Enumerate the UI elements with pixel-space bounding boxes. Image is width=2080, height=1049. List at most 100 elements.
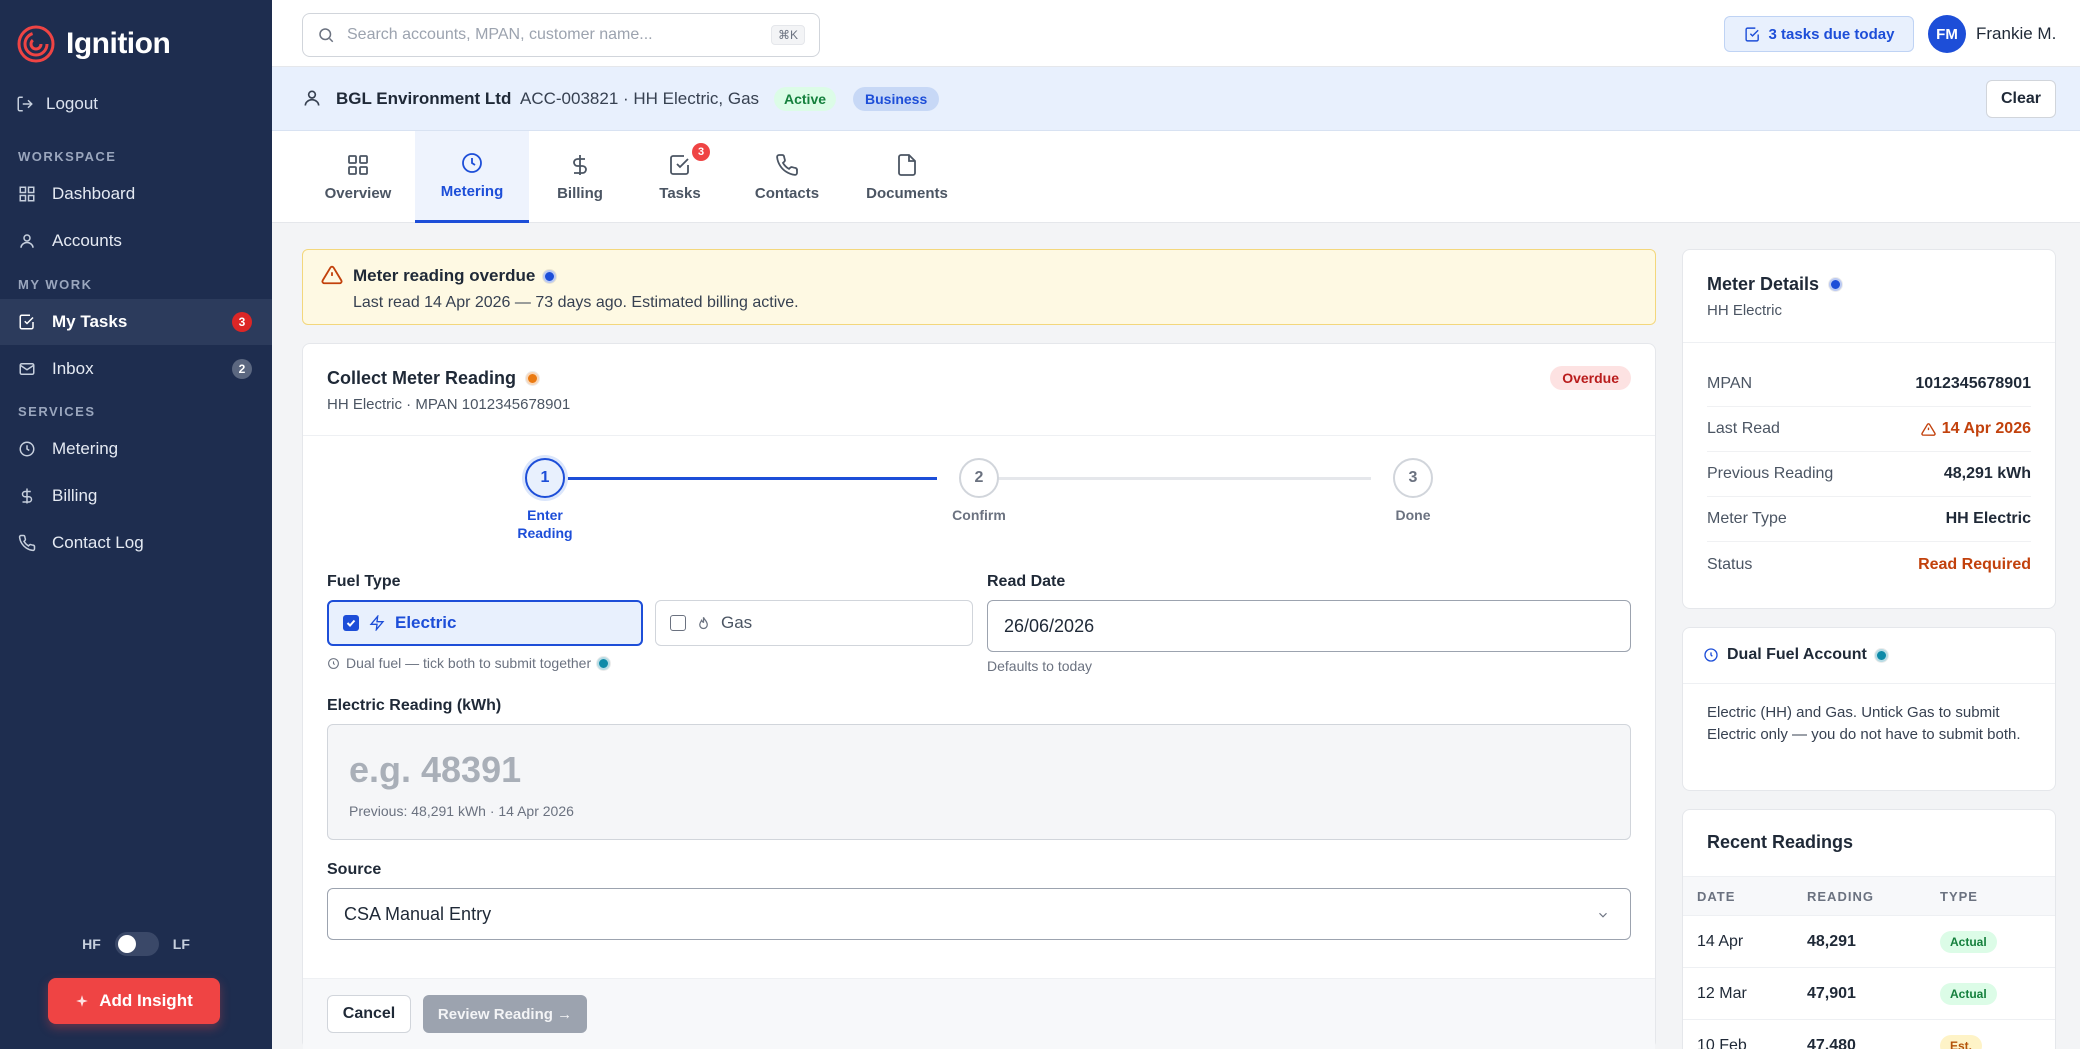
tab-label: Documents [866,184,948,202]
dual-fuel-card: Dual Fuel Account Electric (HH) and Gas.… [1682,627,2056,791]
warning-triangle-icon [321,265,343,285]
table-row[interactable]: 14 Apr 48,291 Actual [1683,916,2055,968]
app-name: Ignition [66,27,171,60]
sidebar-item-accounts[interactable]: Accounts [0,218,272,264]
user-name[interactable]: Frankie M. [1976,24,2056,44]
chevron-down-icon [1599,912,1607,918]
account-meta: ACC-003821 · HH Electric, Gas [520,89,760,108]
table-row[interactable]: 12 Mar 47,901 Actual [1683,968,2055,1020]
meter-detail-row-status: Status Read Required [1707,542,2031,587]
phone-icon [18,534,36,552]
fuel-option-label: Electric [395,613,457,632]
tab-label: Contacts [754,184,820,202]
toggle-label-lf: LF [172,936,190,952]
tab-metering[interactable]: Metering [415,131,529,223]
dual-fuel-header: Dual Fuel Account [1683,628,2055,684]
reading-value: 47,901 [1807,984,1856,1002]
sparkle-icon [76,995,89,1007]
clock-icon [462,153,482,173]
tab-overview[interactable]: Overview [302,131,414,223]
fuel-option-electric[interactable]: Electric [327,600,643,646]
check-square-icon [670,154,689,175]
overdue-alert: Meter reading overdue Last read 14 Apr 2… [302,249,1656,325]
info-dot-icon[interactable] [1874,648,1888,662]
account-context-bar: BGL Environment Ltd ACC-003821 · HH Elec… [272,67,2080,131]
meter-details-title-row: Meter Details [1707,274,1843,295]
alert-title: Meter reading overdue [353,266,536,285]
search-input[interactable]: Search accounts, MPAN, customer name... [347,26,653,44]
gas-checkbox[interactable] [670,615,686,631]
global-search[interactable]: Search accounts, MPAN, customer name... … [302,13,820,57]
hf-lf-toggle[interactable] [114,932,159,956]
section-label-services: SERVICES [18,404,96,419]
account-tabs: Overview Metering Billing Tasks 3 Contac… [272,131,2080,223]
source-select[interactable]: CSA Manual Entry [327,888,1631,940]
tab-billing[interactable]: Billing [530,131,630,223]
dual-fuel-title-row: Dual Fuel Account [1703,646,1888,664]
detail-value-status: Read Required [1918,555,2031,573]
toggle-knob [117,935,136,953]
info-circle-icon [1704,648,1718,662]
reading-type-badge: Actual [1940,931,1997,953]
sidebar-item-inbox[interactable]: Inbox 2 [0,346,272,392]
sidebar-item-contact-log[interactable]: Contact Log [0,520,272,566]
add-insight-button[interactable]: Add Insight [48,978,220,1024]
fuel-type-label: Fuel Type [327,573,401,590]
sidebar-item-metering[interactable]: Metering [0,426,272,472]
info-dot-icon[interactable] [1829,278,1843,291]
read-date-input[interactable]: 26/06/2026 [987,600,1631,652]
info-dot-icon[interactable] [543,269,557,283]
search-shortcut-hint: ⌘K [770,25,805,45]
previous-reading-hint: Previous: 48,291 kWh · 14 Apr 2026 [349,803,574,819]
toggle-label-hf: HF [82,936,101,952]
column-header-type: TYPE [1940,888,1978,904]
tab-documents[interactable]: Documents [842,131,972,223]
sidebar-item-label: Metering [52,439,119,458]
tab-label: Billing [557,184,603,202]
meter-details-card: Meter Details HH Electric MPAN 101234567… [1682,249,2056,609]
recent-readings-card: Recent Readings DATE READING TYPE 14 Apr… [1682,809,2056,1049]
review-reading-button[interactable]: Review Reading → [423,995,587,1033]
search-icon [319,28,334,43]
account-name: BGL Environment Ltd [336,89,512,108]
card-header: Collect Meter Reading HH Electric · MPAN… [303,344,1655,436]
sidebar: Ignition Logout WORKSPACE Dashboard Acco… [0,0,272,1049]
sidebar-item-billing[interactable]: Billing [0,473,272,519]
card-footer: Cancel Review Reading → [303,978,1655,1049]
cancel-button[interactable]: Cancel [327,995,411,1033]
reading-date: 12 Mar [1697,984,1747,1002]
meter-details-header: Meter Details HH Electric [1683,250,2055,343]
detail-label: Previous Reading [1707,465,1834,482]
detail-label: Status [1707,555,1753,573]
source-label: Source [327,861,382,878]
section-label-my-work: MY WORK [18,277,93,292]
logout-link[interactable]: Logout [16,92,98,116]
dual-fuel-title: Dual Fuel Account [1727,646,1867,663]
info-dot-icon[interactable] [526,372,540,385]
table-row[interactable]: 10 Feb 47,480 Est. [1683,1020,2055,1049]
sidebar-item-my-tasks[interactable]: My Tasks 3 [0,299,272,345]
app-logo[interactable]: Ignition [16,24,171,64]
tab-contacts[interactable]: Contacts [732,131,842,223]
grid-icon [348,154,368,175]
electric-checkbox[interactable] [343,615,359,631]
fuel-option-gas[interactable]: Gas [655,600,973,646]
dual-fuel-text: Electric (HH) and Gas. Untick Gas to sub… [1707,704,2021,743]
tab-tasks[interactable]: Tasks 3 [630,131,730,223]
electric-reading-input[interactable]: e.g. 48391 Previous: 48,291 kWh · 14 Apr… [327,724,1631,840]
sidebar-item-dashboard[interactable]: Dashboard [0,171,272,217]
read-date-label: Read Date [987,573,1066,590]
reading-value: 48,291 [1807,932,1856,950]
sidebar-item-label: My Tasks [52,312,128,331]
info-dot-icon[interactable] [597,656,611,670]
user-avatar[interactable]: FM [1928,15,1966,53]
meter-detail-row-last-read: Last Read 14 Apr 2026 [1707,407,2031,452]
sidebar-item-label: Accounts [52,231,122,250]
meter-detail-row-previous-reading: Previous Reading 48,291 kWh [1707,452,2031,497]
tasks-due-button[interactable]: 3 tasks due today [1724,16,1914,52]
mail-icon [19,363,35,375]
top-bar: Search accounts, MPAN, customer name... … [272,0,2080,67]
clear-account-button[interactable]: Clear [1986,80,2056,118]
check-icon [346,619,356,627]
step-2-circle: 2 [959,458,999,498]
